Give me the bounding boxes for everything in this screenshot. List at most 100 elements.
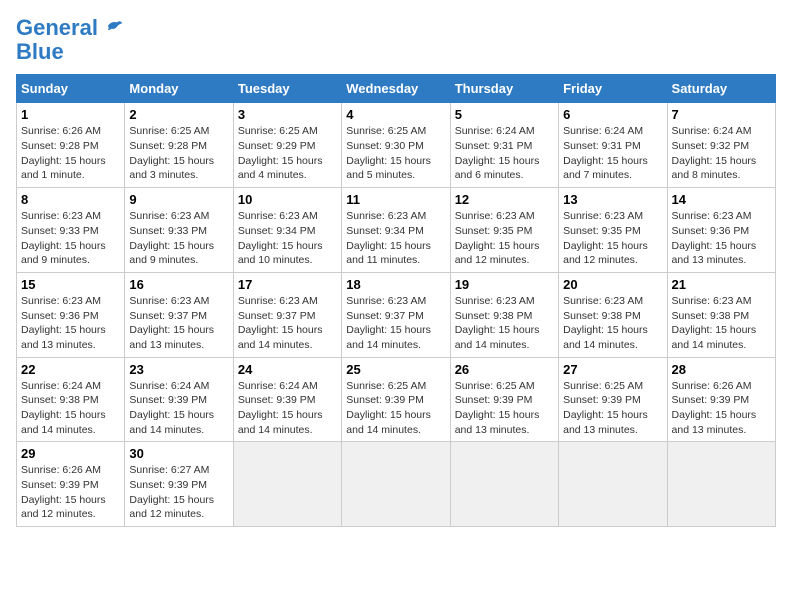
sunrise-label: Sunrise: 6:23 AM (563, 295, 643, 307)
day-number: 8 (21, 192, 120, 207)
day-info: Sunrise: 6:23 AM Sunset: 9:36 PM Dayligh… (672, 209, 771, 268)
logo: General Blue (16, 16, 124, 64)
sunrise-label: Sunrise: 6:23 AM (672, 295, 752, 307)
calendar-cell: 3 Sunrise: 6:25 AM Sunset: 9:29 PM Dayli… (233, 103, 341, 188)
calendar-table: SundayMondayTuesdayWednesdayThursdayFrid… (16, 74, 776, 527)
day-number: 28 (672, 362, 771, 377)
calendar-cell (342, 442, 450, 527)
daylight-label: Daylight: 15 hours and 13 minutes. (21, 324, 106, 351)
day-number: 6 (563, 107, 662, 122)
day-number: 11 (346, 192, 445, 207)
header: General Blue (16, 16, 776, 64)
calendar-cell: 25 Sunrise: 6:25 AM Sunset: 9:39 PM Dayl… (342, 357, 450, 442)
daylight-label: Daylight: 15 hours and 13 minutes. (129, 324, 214, 351)
daylight-label: Daylight: 15 hours and 14 minutes. (346, 324, 431, 351)
day-number: 9 (129, 192, 228, 207)
day-number: 29 (21, 446, 120, 461)
day-number: 13 (563, 192, 662, 207)
calendar-cell: 22 Sunrise: 6:24 AM Sunset: 9:38 PM Dayl… (17, 357, 125, 442)
daylight-label: Daylight: 15 hours and 14 minutes. (672, 324, 757, 351)
day-info: Sunrise: 6:24 AM Sunset: 9:39 PM Dayligh… (129, 379, 228, 438)
daylight-label: Daylight: 15 hours and 13 minutes. (672, 240, 757, 267)
sunrise-label: Sunrise: 6:25 AM (129, 125, 209, 137)
daylight-label: Daylight: 15 hours and 3 minutes. (129, 155, 214, 182)
calendar-cell: 16 Sunrise: 6:23 AM Sunset: 9:37 PM Dayl… (125, 272, 233, 357)
sunset-label: Sunset: 9:31 PM (563, 140, 641, 152)
sunset-label: Sunset: 9:39 PM (672, 394, 750, 406)
sunset-label: Sunset: 9:33 PM (129, 225, 207, 237)
day-info: Sunrise: 6:25 AM Sunset: 9:39 PM Dayligh… (455, 379, 554, 438)
day-number: 12 (455, 192, 554, 207)
sunset-label: Sunset: 9:39 PM (563, 394, 641, 406)
daylight-label: Daylight: 15 hours and 12 minutes. (21, 494, 106, 521)
sunset-label: Sunset: 9:37 PM (346, 310, 424, 322)
sunrise-label: Sunrise: 6:23 AM (238, 210, 318, 222)
daylight-label: Daylight: 15 hours and 14 minutes. (455, 324, 540, 351)
sunset-label: Sunset: 9:39 PM (346, 394, 424, 406)
day-info: Sunrise: 6:23 AM Sunset: 9:33 PM Dayligh… (21, 209, 120, 268)
day-number: 18 (346, 277, 445, 292)
daylight-label: Daylight: 15 hours and 14 minutes. (21, 409, 106, 436)
sunrise-label: Sunrise: 6:23 AM (672, 210, 752, 222)
day-info: Sunrise: 6:24 AM Sunset: 9:31 PM Dayligh… (455, 124, 554, 183)
day-info: Sunrise: 6:23 AM Sunset: 9:33 PM Dayligh… (129, 209, 228, 268)
sunrise-label: Sunrise: 6:23 AM (455, 295, 535, 307)
calendar-cell: 26 Sunrise: 6:25 AM Sunset: 9:39 PM Dayl… (450, 357, 558, 442)
daylight-label: Daylight: 15 hours and 11 minutes. (346, 240, 431, 267)
day-number: 23 (129, 362, 228, 377)
calendar-cell: 8 Sunrise: 6:23 AM Sunset: 9:33 PM Dayli… (17, 188, 125, 273)
sunrise-label: Sunrise: 6:23 AM (346, 210, 426, 222)
calendar-cell: 10 Sunrise: 6:23 AM Sunset: 9:34 PM Dayl… (233, 188, 341, 273)
sunset-label: Sunset: 9:28 PM (21, 140, 99, 152)
day-info: Sunrise: 6:23 AM Sunset: 9:38 PM Dayligh… (563, 294, 662, 353)
day-info: Sunrise: 6:25 AM Sunset: 9:30 PM Dayligh… (346, 124, 445, 183)
day-info: Sunrise: 6:25 AM Sunset: 9:39 PM Dayligh… (563, 379, 662, 438)
daylight-label: Daylight: 15 hours and 13 minutes. (672, 409, 757, 436)
calendar-cell: 29 Sunrise: 6:26 AM Sunset: 9:39 PM Dayl… (17, 442, 125, 527)
day-info: Sunrise: 6:23 AM Sunset: 9:35 PM Dayligh… (563, 209, 662, 268)
calendar-cell: 5 Sunrise: 6:24 AM Sunset: 9:31 PM Dayli… (450, 103, 558, 188)
sunset-label: Sunset: 9:39 PM (129, 479, 207, 491)
daylight-label: Daylight: 15 hours and 14 minutes. (238, 409, 323, 436)
daylight-label: Daylight: 15 hours and 6 minutes. (455, 155, 540, 182)
sunset-label: Sunset: 9:28 PM (129, 140, 207, 152)
day-number: 2 (129, 107, 228, 122)
day-number: 17 (238, 277, 337, 292)
daylight-label: Daylight: 15 hours and 12 minutes. (455, 240, 540, 267)
daylight-label: Daylight: 15 hours and 1 minute. (21, 155, 106, 182)
day-number: 24 (238, 362, 337, 377)
day-number: 19 (455, 277, 554, 292)
calendar-cell: 20 Sunrise: 6:23 AM Sunset: 9:38 PM Dayl… (559, 272, 667, 357)
sunrise-label: Sunrise: 6:25 AM (346, 125, 426, 137)
calendar-cell: 23 Sunrise: 6:24 AM Sunset: 9:39 PM Dayl… (125, 357, 233, 442)
weekday-header-sunday: Sunday (17, 75, 125, 103)
sunrise-label: Sunrise: 6:27 AM (129, 464, 209, 476)
weekday-header-monday: Monday (125, 75, 233, 103)
calendar-cell: 12 Sunrise: 6:23 AM Sunset: 9:35 PM Dayl… (450, 188, 558, 273)
day-info: Sunrise: 6:23 AM Sunset: 9:37 PM Dayligh… (129, 294, 228, 353)
daylight-label: Daylight: 15 hours and 14 minutes. (129, 409, 214, 436)
day-number: 1 (21, 107, 120, 122)
day-number: 3 (238, 107, 337, 122)
daylight-label: Daylight: 15 hours and 14 minutes. (563, 324, 648, 351)
sunset-label: Sunset: 9:37 PM (238, 310, 316, 322)
calendar-cell (450, 442, 558, 527)
daylight-label: Daylight: 15 hours and 14 minutes. (346, 409, 431, 436)
calendar-cell (667, 442, 775, 527)
day-number: 10 (238, 192, 337, 207)
sunset-label: Sunset: 9:38 PM (563, 310, 641, 322)
daylight-label: Daylight: 15 hours and 5 minutes. (346, 155, 431, 182)
day-info: Sunrise: 6:23 AM Sunset: 9:34 PM Dayligh… (238, 209, 337, 268)
calendar-cell: 13 Sunrise: 6:23 AM Sunset: 9:35 PM Dayl… (559, 188, 667, 273)
sunrise-label: Sunrise: 6:23 AM (563, 210, 643, 222)
day-info: Sunrise: 6:27 AM Sunset: 9:39 PM Dayligh… (129, 463, 228, 522)
day-info: Sunrise: 6:24 AM Sunset: 9:31 PM Dayligh… (563, 124, 662, 183)
day-number: 5 (455, 107, 554, 122)
day-number: 4 (346, 107, 445, 122)
daylight-label: Daylight: 15 hours and 10 minutes. (238, 240, 323, 267)
day-number: 25 (346, 362, 445, 377)
sunset-label: Sunset: 9:39 PM (238, 394, 316, 406)
sunrise-label: Sunrise: 6:23 AM (21, 210, 101, 222)
daylight-label: Daylight: 15 hours and 13 minutes. (455, 409, 540, 436)
weekday-header-row: SundayMondayTuesdayWednesdayThursdayFrid… (17, 75, 776, 103)
